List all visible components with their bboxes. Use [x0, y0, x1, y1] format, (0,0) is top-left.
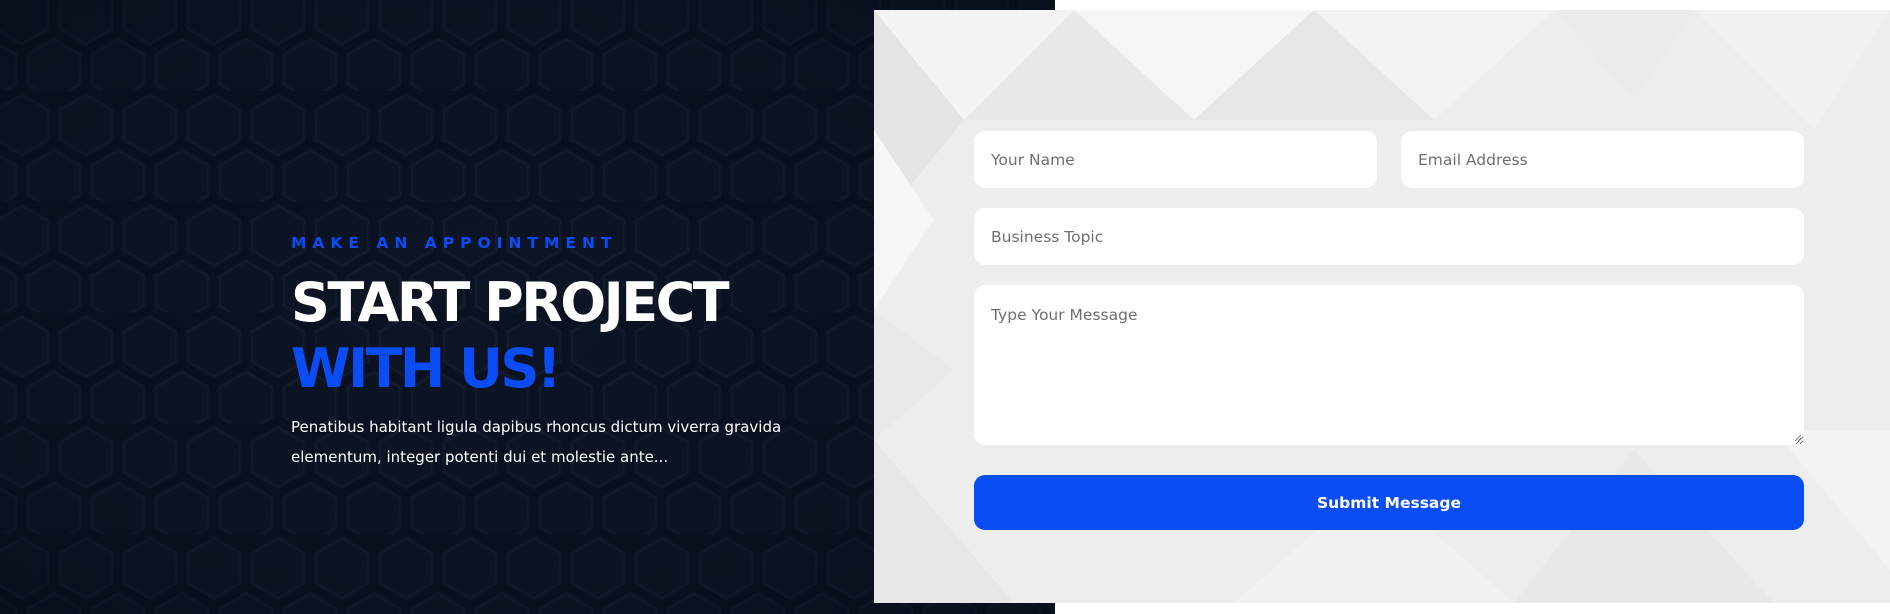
appointment-section: MAKE AN APPOINTMENT START PROJECT WITH U… [0, 0, 1890, 614]
email-input[interactable] [1401, 131, 1804, 188]
name-input[interactable] [974, 131, 1377, 188]
business-topic-input[interactable] [974, 208, 1804, 265]
intro-block: MAKE AN APPOINTMENT START PROJECT WITH U… [291, 234, 811, 472]
headline-line-2: WITH US! [291, 337, 561, 400]
intro-description: Penatibus habitant ligula dapibus rhoncu… [291, 418, 782, 466]
message-textarea[interactable] [974, 285, 1804, 445]
headline: START PROJECT WITH US! [291, 270, 811, 402]
submit-message-button[interactable]: Submit Message [974, 475, 1804, 530]
eyebrow-label: MAKE AN APPOINTMENT [291, 234, 618, 252]
headline-line-1: START PROJECT [291, 271, 730, 334]
